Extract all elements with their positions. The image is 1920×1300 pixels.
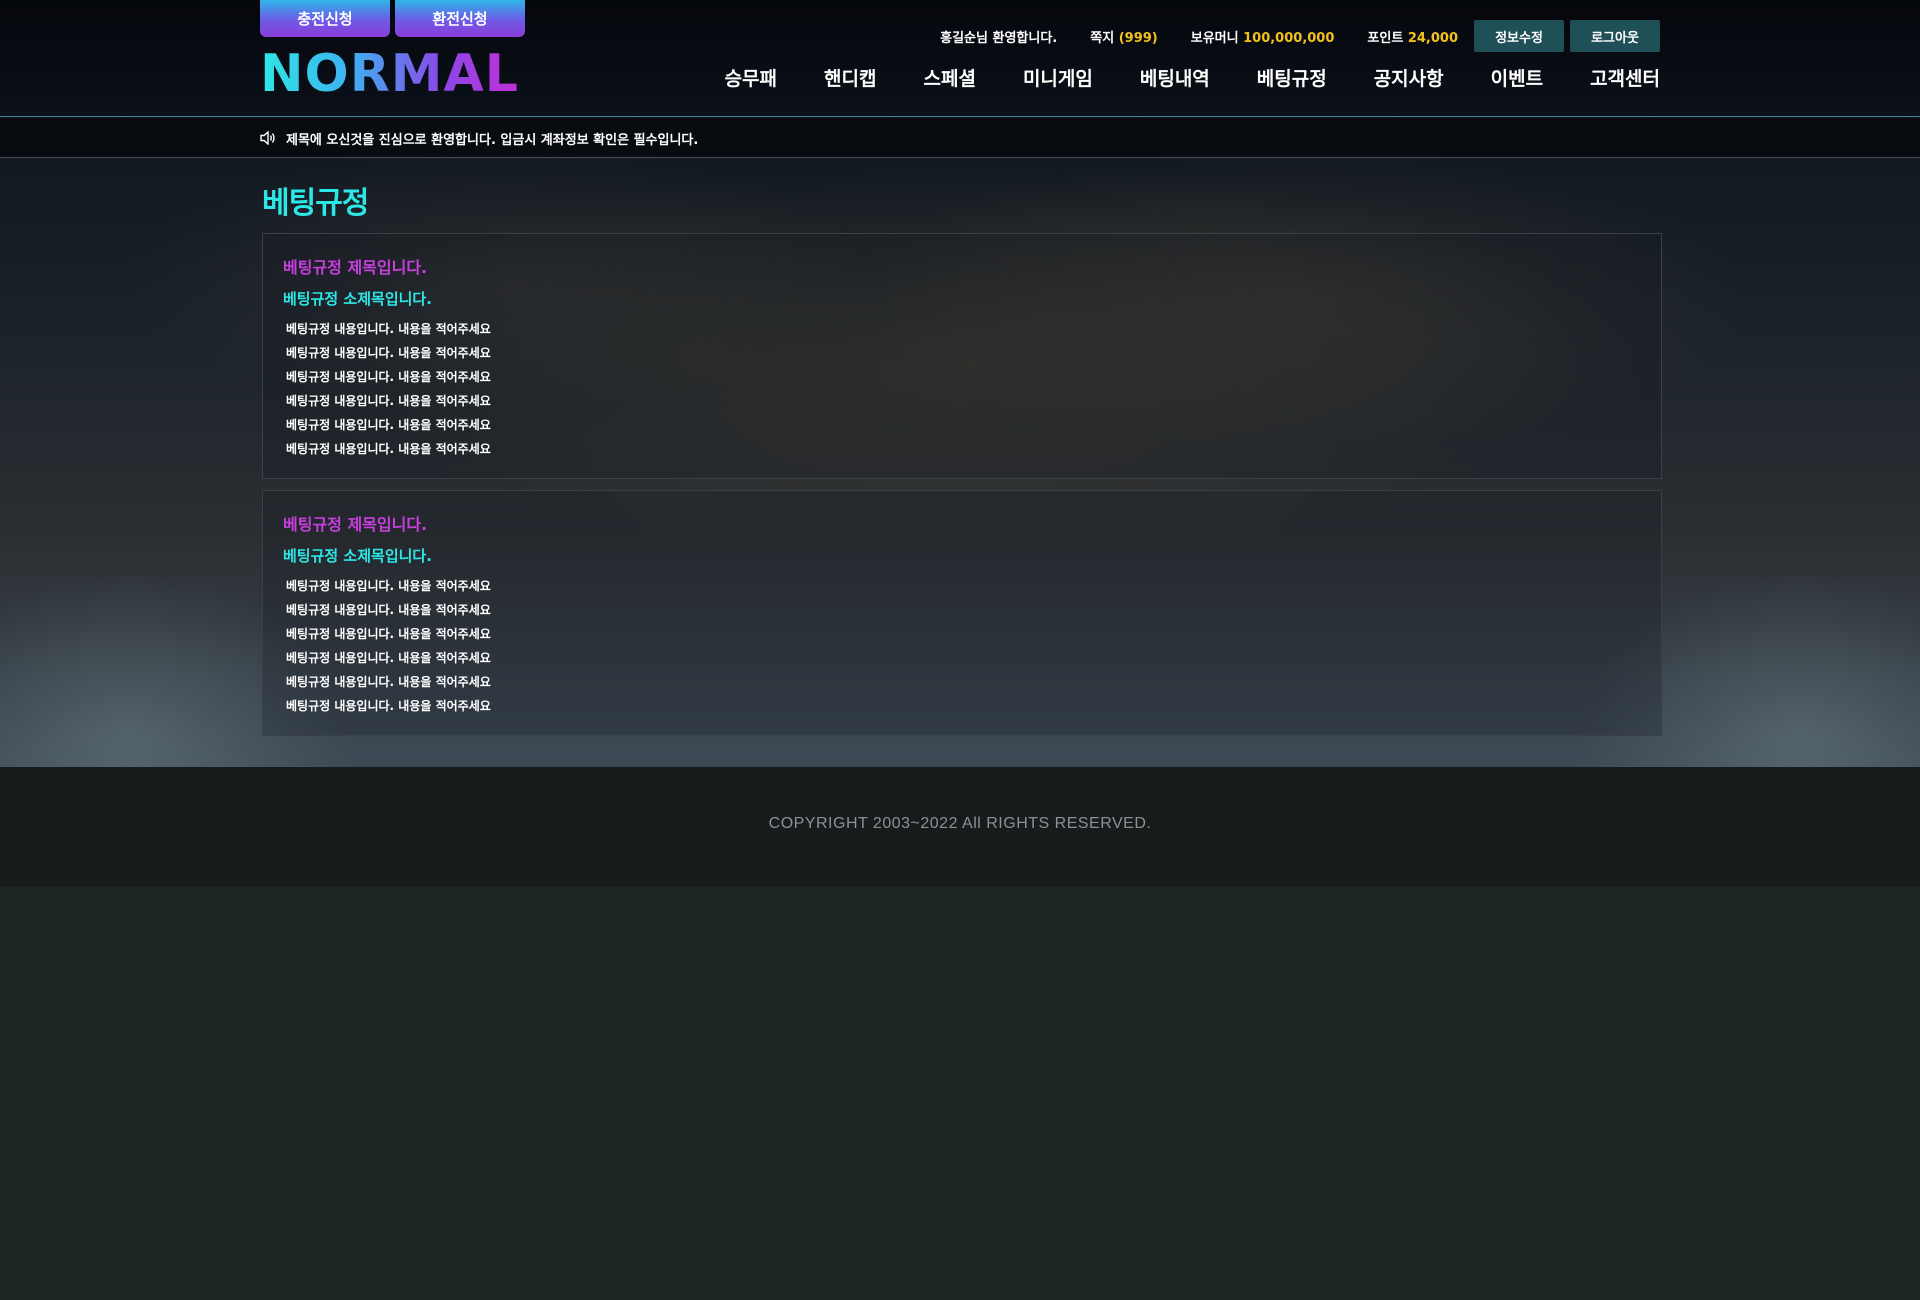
speaker-icon — [260, 131, 275, 145]
rule-line: 베팅규정 내용입니다. 내용을 적어주세요 — [286, 699, 491, 713]
nav-item-betting-rules[interactable]: 베팅규정 — [1257, 64, 1327, 91]
message-label: 쪽지 — [1090, 30, 1115, 46]
rule-line: 베팅규정 내용입니다. 내용을 적어주세요 — [286, 418, 491, 432]
point-label: 포인트 — [1367, 30, 1404, 46]
rule-line: 베팅규정 내용입니다. 내용을 적어주세요 — [286, 579, 491, 593]
rule-line: 베팅규정 내용입니다. 내용을 적어주세요 — [286, 370, 491, 384]
rule-section-1: 베팅규정 제목입니다. 베팅규정 소제목입니다. 베팅규정 내용입니다. 내용을… — [262, 233, 1662, 479]
money-info: 보유머니 100,000,000 — [1191, 27, 1335, 46]
rule-line: 베팅규정 내용입니다. 내용을 적어주세요 — [286, 442, 491, 456]
top-action-buttons: 충전신청 환전신청 — [260, 0, 525, 37]
money-label: 보유머니 — [1190, 30, 1239, 46]
rule-line: 베팅규정 내용입니다. 내용을 적어주세요 — [286, 603, 491, 617]
rule-line: 베팅규정 내용입니다. 내용을 적어주세요 — [286, 651, 491, 665]
nav-item-handicap[interactable]: 핸디캡 — [824, 64, 876, 91]
logout-button[interactable]: 로그아웃 — [1570, 20, 1660, 52]
rule-section-subtitle: 베팅규정 소제목입니다. — [283, 290, 432, 308]
nav-item-customer-center[interactable]: 고객센터 — [1590, 64, 1660, 91]
edit-profile-button[interactable]: 정보수정 — [1474, 20, 1564, 52]
point-value: 24,000 — [1407, 30, 1458, 46]
notice-bar: 제목에 오신것을 진심으로 환영합니다. 입금시 계좌정보 확인은 필수입니다. — [0, 118, 1920, 158]
rule-section-2: 베팅규정 제목입니다. 베팅규정 소제목입니다. 베팅규정 내용입니다. 내용을… — [262, 490, 1662, 736]
copyright-text: COPYRIGHT 2003~2022 All RIGHTS RESERVED. — [768, 815, 1152, 832]
notice-text: 제목에 오신것을 진심으로 환영합니다. 입금시 계좌정보 확인은 필수입니다. — [286, 132, 699, 148]
site-footer: COPYRIGHT 2003~2022 All RIGHTS RESERVED. — [0, 767, 1920, 887]
nav-item-events[interactable]: 이벤트 — [1491, 64, 1543, 91]
point-info: 포인트 24,000 — [1367, 27, 1458, 46]
rule-section-lines: 베팅규정 내용입니다. 내용을 적어주세요 베팅규정 내용입니다. 내용을 적어… — [286, 576, 491, 720]
welcome-text: 홍길순님 환영합니다. — [940, 30, 1058, 46]
rule-section-title: 베팅규정 제목입니다. — [283, 515, 428, 534]
nav-item-notices[interactable]: 공지사항 — [1374, 64, 1444, 91]
rule-line: 베팅규정 내용입니다. 내용을 적어주세요 — [286, 675, 491, 689]
rule-line: 베팅규정 내용입니다. 내용을 적어주세요 — [286, 322, 491, 336]
message-count: (999) — [1118, 30, 1158, 46]
rule-line: 베팅규정 내용입니다. 내용을 적어주세요 — [286, 394, 491, 408]
site-header: 충전신청 환전신청 NORMAL 홍길순님 환영합니다. 쪽지 (999) 보유… — [0, 0, 1920, 117]
nav-item-special[interactable]: 스페셜 — [923, 64, 975, 91]
page-title: 베팅규정 — [262, 186, 369, 221]
rule-section-subtitle: 베팅규정 소제목입니다. — [283, 547, 432, 565]
nav-item-minigame[interactable]: 미니게임 — [1023, 64, 1093, 91]
deposit-request-button[interactable]: 충전신청 — [260, 0, 390, 37]
nav-item-win-draw-lose[interactable]: 승무패 — [725, 64, 777, 91]
main-nav: 승무패 핸디캡 스페셜 미니게임 베팅내역 베팅규정 공지사항 이벤트 고객센터 — [678, 64, 1660, 91]
rule-section-lines: 베팅규정 내용입니다. 내용을 적어주세요 베팅규정 내용입니다. 내용을 적어… — [286, 319, 491, 463]
notice-content: 제목에 오신것을 진심으로 환영합니다. 입금시 계좌정보 확인은 필수입니다. — [260, 118, 698, 158]
site-logo[interactable]: NORMAL — [260, 48, 519, 100]
money-value: 100,000,000 — [1243, 30, 1335, 46]
withdraw-request-button[interactable]: 환전신청 — [395, 0, 525, 37]
rule-line: 베팅규정 내용입니다. 내용을 적어주세요 — [286, 627, 491, 641]
message-link[interactable]: 쪽지 (999) — [1090, 27, 1157, 46]
user-info-bar: 홍길순님 환영합니다. 쪽지 (999) 보유머니 100,000,000 포인… — [940, 20, 1660, 52]
nav-item-betting-history[interactable]: 베팅내역 — [1140, 64, 1210, 91]
rule-line: 베팅규정 내용입니다. 내용을 적어주세요 — [286, 346, 491, 360]
rule-section-title: 베팅규정 제목입니다. — [283, 258, 428, 277]
